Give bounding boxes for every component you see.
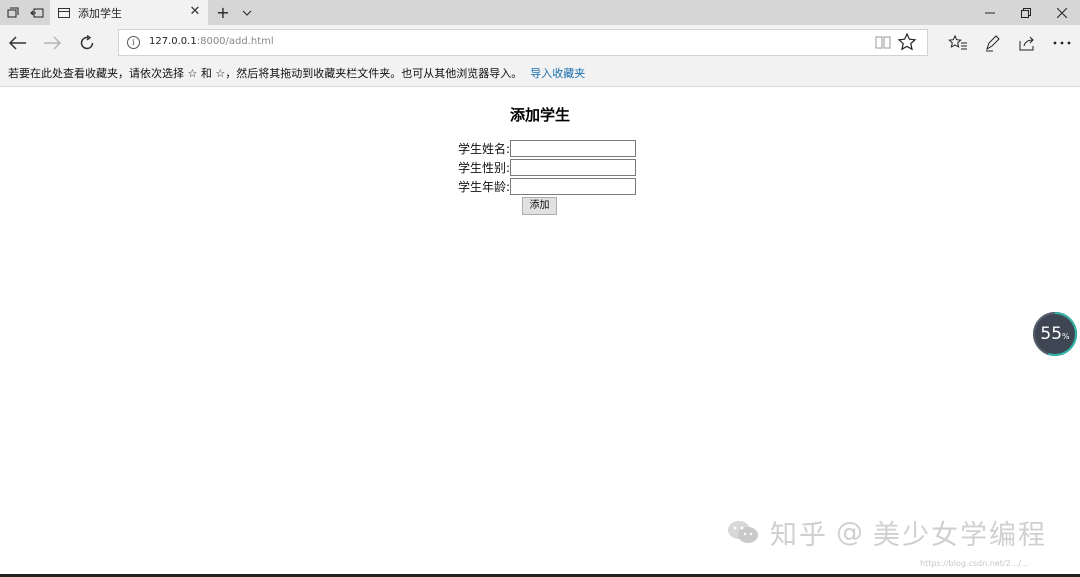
page-content: 添加学生 学生姓名: 学生性别: 学生年龄: 添加 — [0, 88, 1080, 577]
more-options-icon[interactable] — [1049, 30, 1075, 56]
url-host: 127.0.0.1 — [149, 36, 197, 47]
student-gender-input[interactable] — [510, 159, 636, 176]
favorites-hub-icon[interactable] — [945, 30, 971, 56]
minimize-icon[interactable] — [972, 0, 1008, 25]
import-favorites-link[interactable]: 导入收藏夹 — [530, 67, 585, 80]
add-student-form: 学生姓名: 学生性别: 学生年龄: 添加 — [430, 139, 650, 215]
back-icon[interactable] — [4, 29, 32, 57]
student-name-label: 学生姓名: — [457, 142, 510, 156]
student-age-input[interactable] — [510, 178, 636, 195]
speed-gauge-widget[interactable]: 55% — [1031, 310, 1079, 358]
notes-pen-icon[interactable] — [980, 30, 1006, 56]
restore-icon[interactable] — [1008, 0, 1044, 25]
info-icon[interactable]: i — [127, 36, 140, 49]
zhihu-watermark: 知乎 @ 美少女学编程 — [726, 512, 1047, 552]
student-gender-label: 学生性别: — [457, 161, 510, 175]
add-button[interactable]: 添加 — [522, 197, 557, 215]
reading-view-icon[interactable] — [875, 35, 891, 50]
gauge-number: 55 — [1040, 324, 1063, 344]
url-text: 127.0.0.1:8000/add.html — [149, 36, 274, 47]
new-tab-icon[interactable]: + — [212, 0, 234, 25]
close-window-icon[interactable] — [1044, 0, 1080, 25]
address-bar[interactable]: i 127.0.0.1:8000/add.html — [118, 29, 928, 56]
chevron-down-icon[interactable] — [236, 0, 258, 25]
gauge-unit: % — [1062, 332, 1070, 341]
refresh-icon[interactable] — [73, 29, 101, 57]
navigation-bar: i 127.0.0.1:8000/add.html — [0, 25, 1080, 61]
form-row-name: 学生姓名: — [430, 139, 650, 158]
favorites-notice-bar: 若要在此处查看收藏夹，请依次选择 ☆ 和 ☆，然后将其拖动到收藏夹栏文件夹。也可… — [0, 61, 1080, 87]
faint-source-url: https://blog.csdn.net/2.../... — [920, 559, 1029, 568]
tab-title: 添加学生 — [78, 6, 122, 20]
favorite-star-icon[interactable] — [897, 32, 917, 52]
watermark-at: @ — [836, 516, 865, 548]
student-name-input[interactable] — [510, 140, 636, 157]
forward-icon[interactable] — [38, 29, 66, 57]
page-icon — [58, 7, 70, 18]
title-bar: 添加学生 ✕ + — [0, 0, 1080, 25]
favorites-notice-text: 若要在此处查看收藏夹，请依次选择 ☆ 和 ☆，然后将其拖动到收藏夹栏文件夹。也可… — [8, 67, 523, 80]
close-tab-icon[interactable]: ✕ — [188, 5, 202, 19]
watermark-author: 美少女学编程 — [873, 519, 1047, 551]
tab-add-student[interactable]: 添加学生 ✕ — [50, 0, 208, 25]
watermark-brand: 知乎 — [770, 519, 828, 551]
page-title: 添加学生 — [509, 106, 570, 124]
student-age-label: 学生年龄: — [457, 180, 510, 194]
set-aside-tabs-icon[interactable] — [26, 0, 48, 25]
wechat-icon — [728, 521, 758, 543]
form-row-gender: 学生性别: — [430, 158, 650, 177]
tab-actions-icon[interactable] — [2, 0, 24, 25]
share-icon[interactable] — [1014, 30, 1040, 56]
url-path: :8000/add.html — [196, 36, 274, 47]
form-row-age: 学生年龄: — [430, 177, 650, 196]
gauge-value: 55% — [1031, 310, 1079, 358]
